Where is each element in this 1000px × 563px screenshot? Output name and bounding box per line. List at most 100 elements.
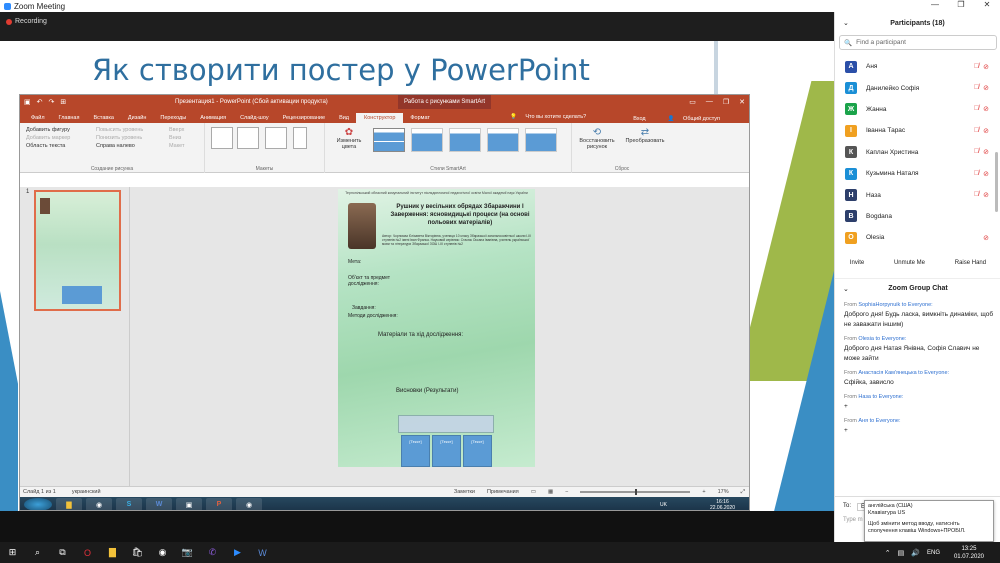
win7-start-button[interactable] [24,498,52,510]
search-icon[interactable]: ⌕ [25,542,50,563]
reset-graphic-button[interactable]: ⟲ Восстановить рисунок [574,127,620,150]
raise-hand-button[interactable]: Raise Hand [951,258,990,268]
network-icon[interactable]: ▤ [898,549,905,557]
recording-indicator[interactable]: Recording [6,18,47,25]
move-down-button[interactable]: Вниз [165,134,189,142]
language-status[interactable]: украинский [72,489,101,495]
change-colors-button[interactable]: ✿ Изменить цвета [329,127,369,150]
viber-icon[interactable]: ✆ [200,542,225,563]
poster-materials[interactable]: Матеріали та хід дослідження: [378,332,463,338]
tab-design[interactable]: Дизайн [121,113,154,123]
tab-insert[interactable]: Вставка [86,113,120,123]
tab-slideshow[interactable]: Слайд-шоу [233,113,276,123]
tab-transitions[interactable]: Переходы [153,113,193,123]
add-shape-button[interactable]: Добавить фигуру [22,126,74,134]
participant-row[interactable]: O Olesia ⊘ [835,227,995,248]
participant-row[interactable]: B Bogdana [835,206,995,227]
explorer-icon[interactable]: ▇ [56,498,82,510]
task-view-icon[interactable]: ⧉ [50,542,75,563]
convert-button[interactable]: ⇄ Преобразовать [622,127,668,144]
tab-animations[interactable]: Анимация [193,113,233,123]
smartart-box[interactable]: [Текст] [401,435,430,467]
win7-clock[interactable]: 16:16 22.06.2020 [710,499,735,511]
ribbon-options-icon[interactable]: ▭ [689,98,696,106]
zoom-slider[interactable] [580,489,691,495]
normal-view-icon[interactable]: ▭ [531,489,536,495]
image-viewer-icon[interactable]: ▣ [176,498,202,510]
invite-button[interactable]: Invite [846,258,868,268]
chevron-down-icon[interactable]: ⌄ [843,19,849,27]
zoom-out-icon[interactable]: − [565,489,568,495]
camera-icon[interactable]: 📷 [175,542,200,563]
layout-button[interactable]: Макет [165,142,189,150]
zoom-icon[interactable]: ▶ [225,542,250,563]
zoom-level[interactable]: 17% [718,489,729,495]
chat-sender[interactable]: Анастасія Кам'янецька to Everyone: [858,370,949,376]
right-to-left-button[interactable]: Справа налево [92,142,147,150]
layout-option[interactable] [293,127,307,149]
chrome-icon[interactable]: ◉ [150,542,175,563]
participants-scrollbar[interactable] [995,152,998,212]
style-option[interactable] [373,128,405,152]
chat-sender[interactable]: Olesia to Everyone: [858,336,906,342]
opera-icon[interactable]: O [75,542,100,563]
poster-slide[interactable]: Тернопільський обласний комунальний інст… [338,189,535,467]
promote-button[interactable]: Повысить уровень [92,126,147,134]
redo-icon[interactable]: ↷ [49,98,55,106]
chat-sender[interactable]: Аня to Everyone: [858,418,900,424]
smartart-graphic[interactable] [398,415,494,433]
up-arrow-icon[interactable]: ⌃ [885,549,891,557]
poster-goal[interactable]: Мета: [348,259,361,265]
chevron-down-icon[interactable]: ⌄ [843,285,849,293]
search-input[interactable]: Find a participant [856,39,906,46]
smartart-box[interactable]: [Текст] [432,435,461,467]
word-icon[interactable]: W [146,498,172,510]
maximize-button[interactable]: ❐ [948,0,974,9]
participant-search[interactable]: 🔍 Find a participant [839,35,997,50]
tab-review[interactable]: Рецензирование [276,113,332,123]
tab-format[interactable]: Формат [403,113,437,123]
style-option[interactable] [487,128,519,152]
poster-object[interactable]: Об'єкт та предмет дослідження: [348,275,408,287]
skype-icon[interactable]: S [116,498,142,510]
pp-close-button[interactable]: ✕ [739,98,745,106]
minimize-button[interactable]: — [922,0,948,9]
slide-thumbnail[interactable] [34,190,121,311]
sorter-view-icon[interactable]: ▦ [548,489,553,495]
win7-language[interactable]: UK [660,502,667,508]
participant-row[interactable]: Д Данилейко Софія 🎙̸ ⊘ [835,77,995,98]
author-photo[interactable] [348,203,376,249]
windows-start-icon[interactable]: ⊞ [0,542,25,563]
start-from-beginning-icon[interactable]: ⊞ [60,98,66,106]
participant-row[interactable]: К Кузьмина Наталя 🎙̸ ⊘ [835,163,995,184]
demote-button[interactable]: Понизить уровень [92,134,147,142]
layout-option[interactable] [265,127,287,149]
participant-row[interactable]: І Іванна Тарас 🎙̸ ⊘ [835,120,995,141]
zoom-in-icon[interactable]: + [702,489,705,495]
add-bullet-button[interactable]: Добавить маркер [22,134,74,142]
unmute-me-button[interactable]: Unmute Me [890,258,929,268]
poster-author-info[interactable]: Автор: Чорномаз Єлізавета Вікторівна, уч… [382,234,532,246]
poster-title[interactable]: Рушник у весільних обрядах Збаражчини І … [390,203,530,227]
participant-row[interactable]: A Аня 🎙̸ ⊘ [835,56,995,77]
file-explorer-icon[interactable]: ▇ [100,542,125,563]
style-option[interactable] [411,128,443,152]
style-option[interactable] [449,128,481,152]
chrome-icon[interactable]: ◉ [236,498,262,510]
language-indicator[interactable]: ENG [927,550,940,556]
poster-methods[interactable]: Методи дослідження: [348,313,398,319]
poster-conclusions[interactable]: Висновки (Результати) [396,388,458,394]
smartart-box[interactable]: [Текст] [463,435,492,467]
word-icon[interactable]: W [250,542,275,563]
store-icon[interactable]: 🛍 [125,542,150,563]
style-option[interactable] [525,128,557,152]
participant-row[interactable]: К Каплан Христина 🎙̸ ⊘ [835,142,995,163]
tell-me-search[interactable]: 💡 Что вы хотите сделать? [503,112,600,122]
chat-input[interactable]: Type m [843,517,863,523]
volume-icon[interactable]: 🔊 [911,549,920,557]
layout-option[interactable] [211,127,233,149]
chat-sender[interactable]: SophiaHorpynuik to Everyone: [858,302,932,308]
chat-sender[interactable]: Наза to Everyone: [858,394,903,400]
tab-file[interactable]: Файл [24,113,52,123]
move-up-button[interactable]: Вверх [165,126,189,134]
